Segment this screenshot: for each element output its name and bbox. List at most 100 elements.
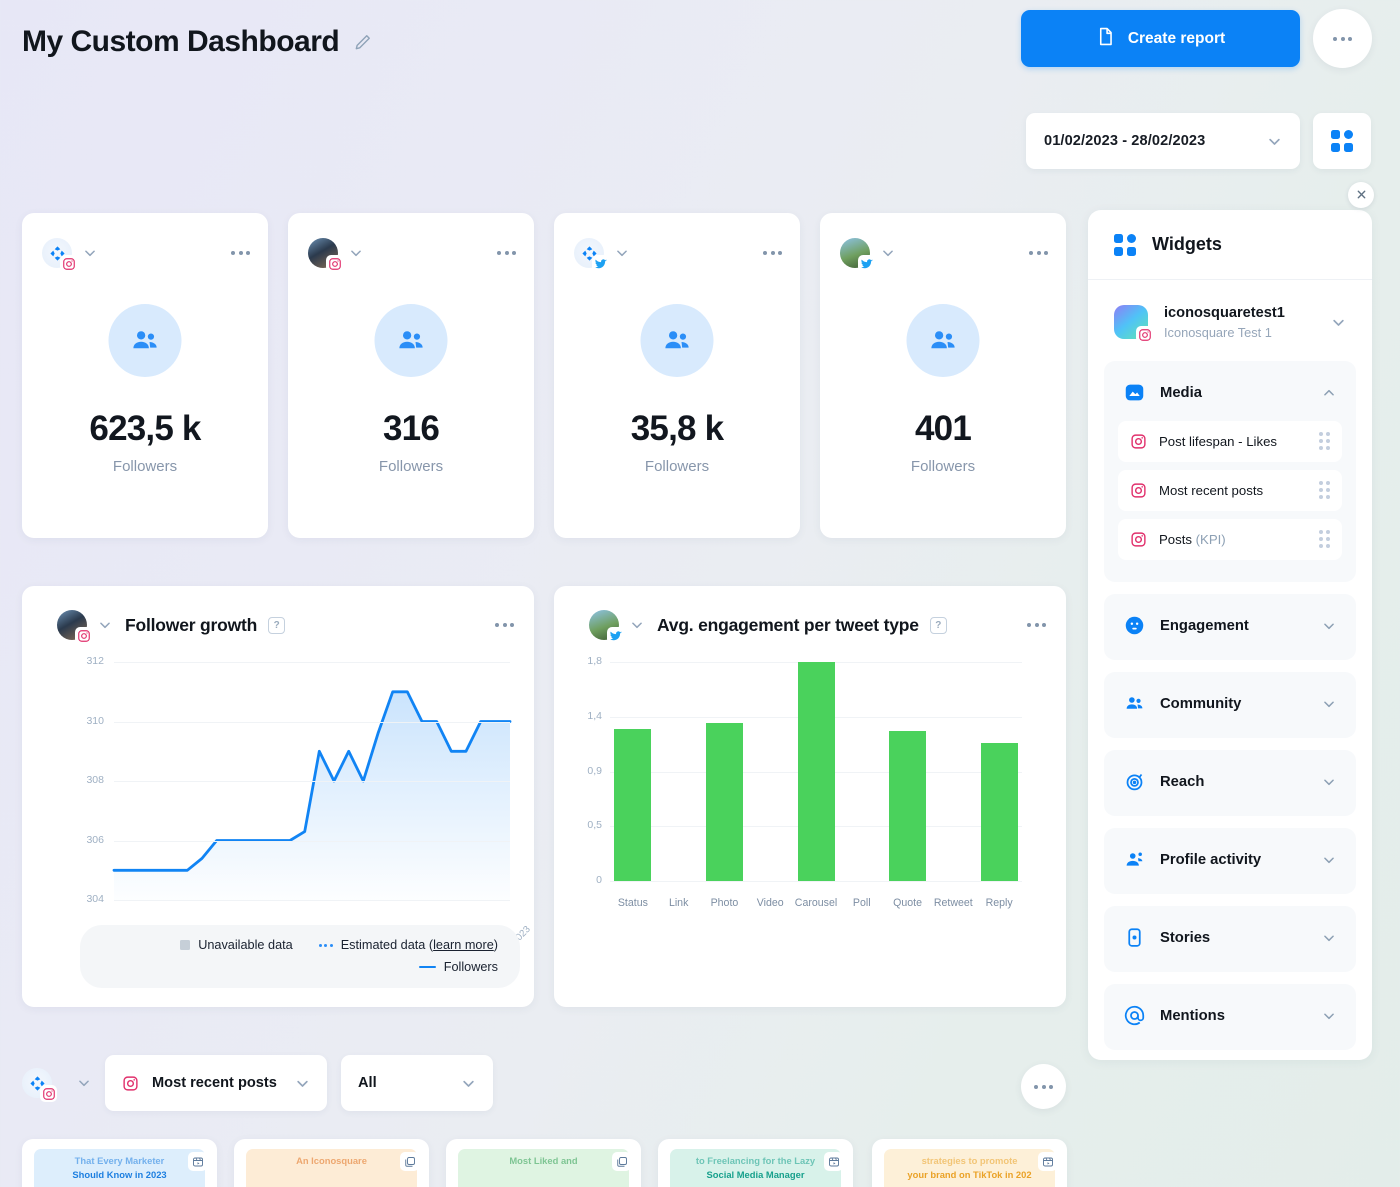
kpi-value: 623,5 k	[22, 409, 268, 449]
avatar[interactable]	[840, 238, 870, 268]
posts-more-button[interactable]	[1021, 1064, 1066, 1109]
sidebar-group-header[interactable]: Stories	[1104, 910, 1356, 966]
pencil-icon[interactable]	[353, 32, 373, 52]
image-icon	[1124, 382, 1145, 403]
question-icon[interactable]: ?	[930, 617, 947, 634]
learn-more-link[interactable]: learn more	[433, 938, 494, 952]
ellipsis-icon	[1034, 1085, 1053, 1089]
instagram-icon	[1130, 433, 1147, 450]
post-caption-line1: Most Liked and	[469, 1154, 619, 1168]
close-sidebar-button[interactable]	[1348, 182, 1374, 208]
question-icon[interactable]: ?	[268, 617, 285, 634]
avatar[interactable]	[589, 610, 619, 640]
y-axis-tick: 306	[70, 834, 104, 846]
post-card[interactable]: to Freelancing for the LazySocial Media …	[658, 1139, 853, 1187]
chevron-down-icon	[1322, 853, 1336, 867]
panel-more-button[interactable]	[495, 623, 514, 627]
post-caption-line2: your brand on TikTok in 202	[895, 1168, 1045, 1182]
posts-filter-select[interactable]: All	[341, 1055, 493, 1111]
sidebar-group-header[interactable]: Reach	[1104, 754, 1356, 810]
drag-handle-icon[interactable]	[1319, 481, 1330, 499]
avatar[interactable]	[57, 610, 87, 640]
sidebar-group-label: Engagement	[1160, 618, 1249, 634]
gridline	[610, 881, 1022, 882]
post-card[interactable]: An Iconosquare	[234, 1139, 429, 1187]
post-caption: strategies to promoteyour brand on TikTo…	[895, 1154, 1045, 1181]
posts-type-select[interactable]: Most recent posts	[105, 1055, 327, 1111]
sidebar-group-reach: Reach	[1104, 750, 1356, 816]
sidebar-account-selector[interactable]: iconosquaretest1 Iconosquare Test 1	[1088, 280, 1372, 361]
chevron-down-icon[interactable]	[98, 618, 112, 632]
avatar[interactable]	[308, 238, 338, 268]
people-icon	[907, 304, 980, 377]
widgets-toggle-button[interactable]	[1313, 113, 1371, 169]
sidebar-group-header[interactable]: Community	[1104, 676, 1356, 732]
post-card[interactable]: strategies to promoteyour brand on TikTo…	[872, 1139, 1067, 1187]
create-report-button[interactable]: Create report	[1021, 10, 1300, 67]
chevron-down-icon[interactable]	[630, 618, 644, 632]
kpi-label: Followers	[22, 458, 268, 475]
kpi-value: 316	[288, 409, 534, 449]
sidebar-widget-item[interactable]: Posts (KPI)	[1118, 519, 1342, 560]
sidebar-widget-item[interactable]: Most recent posts	[1118, 470, 1342, 511]
post-card[interactable]: Most Liked and	[446, 1139, 641, 1187]
panel-more-button[interactable]	[1027, 623, 1046, 627]
chevron-down-icon	[1322, 619, 1336, 633]
legend-estimated: Estimated data (learn more)	[319, 938, 498, 952]
kpi-card-more-button[interactable]	[763, 251, 782, 255]
sidebar-group-label: Media	[1160, 385, 1202, 401]
chevron-down-icon[interactable]	[881, 246, 895, 260]
drag-handle-icon[interactable]	[1319, 530, 1330, 548]
chevron-down-icon[interactable]	[83, 246, 97, 260]
date-range-picker[interactable]: 01/02/2023 - 28/02/2023	[1026, 113, 1300, 169]
post-caption-line2: Should Know in 2023	[45, 1168, 195, 1182]
kpi-label: Followers	[288, 458, 534, 475]
gridline	[114, 662, 510, 663]
sidebar-group-header[interactable]: Mentions	[1104, 988, 1356, 1044]
avg-engagement-panel: Avg. engagement per tweet type ? 00,50,9…	[554, 586, 1066, 1007]
kpi-value: 401	[820, 409, 1066, 449]
post-caption-line1: An Iconosquare	[257, 1154, 407, 1168]
story-icon	[1124, 927, 1145, 948]
avatar[interactable]	[574, 238, 604, 268]
chevron-down-icon[interactable]	[77, 1076, 91, 1090]
people-icon	[375, 304, 448, 377]
document-icon	[1096, 27, 1115, 51]
post-caption: That Every MarketerShould Know in 2023	[45, 1154, 195, 1181]
kpi-card-header	[574, 238, 782, 268]
kpi-card-more-button[interactable]	[1029, 251, 1048, 255]
instagram-icon	[122, 1075, 139, 1092]
people-icon	[641, 304, 714, 377]
sidebar-group-label: Stories	[1160, 930, 1210, 946]
dotted-swatch-icon	[319, 944, 333, 947]
sidebar-widget-item[interactable]: Post lifespan - Likes	[1118, 421, 1342, 462]
kpi-card-more-button[interactable]	[497, 251, 516, 255]
header-more-button[interactable]	[1313, 9, 1372, 68]
sidebar-group-community: Community	[1104, 672, 1356, 738]
chevron-down-icon	[1322, 697, 1336, 711]
x-axis-tick: Reply	[968, 897, 1030, 909]
sidebar-group-header[interactable]: Media	[1104, 365, 1356, 421]
follower-growth-panel: Follower growth ? 304306308310312 01/02/…	[22, 586, 534, 1007]
sidebar-group-header[interactable]: Engagement	[1104, 598, 1356, 654]
kpi-card-more-button[interactable]	[231, 251, 250, 255]
chevron-down-icon[interactable]	[1331, 315, 1346, 330]
sidebar-group-mentions: Mentions	[1104, 984, 1356, 1050]
y-axis-tick: 1,8	[572, 655, 602, 667]
avatar	[1114, 305, 1148, 339]
sidebar-group-label: Mentions	[1160, 1008, 1225, 1024]
post-card[interactable]: That Every MarketerShould Know in 2023	[22, 1139, 217, 1187]
bar	[981, 743, 1018, 881]
y-axis-tick: 312	[70, 655, 104, 667]
chevron-down-icon[interactable]	[349, 246, 363, 260]
avatar[interactable]	[22, 1068, 52, 1098]
chevron-down-icon[interactable]	[615, 246, 629, 260]
avatar[interactable]	[42, 238, 72, 268]
sidebar-group-header[interactable]: Profile activity	[1104, 832, 1356, 888]
line-chart-legend: Unavailable data Estimated data (learn m…	[80, 925, 520, 988]
y-axis-tick: 0,5	[572, 819, 602, 831]
drag-handle-icon[interactable]	[1319, 432, 1330, 450]
account-display-name: Iconosquare Test 1	[1164, 324, 1285, 341]
ellipsis-icon	[1333, 37, 1352, 41]
gridline	[114, 841, 510, 842]
